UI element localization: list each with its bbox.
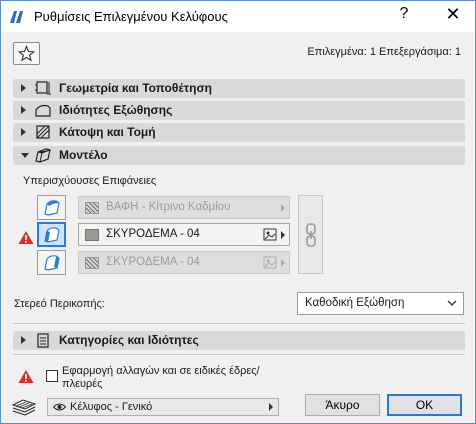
surface-name: ΒΑΦΗ - Κίτρινο Καδμίου	[106, 201, 231, 213]
expand-arrow-icon	[21, 128, 26, 136]
surface-name: ΣΚΥΡΟΔΕΜΑ - 04	[106, 228, 200, 240]
stereo-cut-value: Καθοδική Εξώθηση	[305, 297, 405, 309]
arrow-right-icon	[269, 403, 273, 411]
help-button[interactable]: ?	[394, 5, 414, 23]
view-setting-select[interactable]: Κέλυφος - Γενικό	[47, 398, 279, 416]
shell-app-icon	[10, 11, 23, 23]
top-surface-button[interactable]	[37, 195, 66, 220]
expand-arrow-icon	[21, 336, 26, 344]
cancel-button[interactable]: Άκυρο	[305, 394, 380, 416]
bottom-surface-selector[interactable]: ΣΚΥΡΟΔΕΜΑ - 04	[78, 251, 290, 274]
warning-icon	[18, 231, 34, 244]
section-floor-plan[interactable]: Κάτοψη και Τομή	[13, 123, 465, 142]
arrow-right-icon	[281, 231, 285, 239]
surface-swatch	[85, 257, 99, 269]
override-surfaces-label: Υπερισχύουσες Επιφάνειες	[23, 175, 157, 187]
section-label: Μοντέλο	[59, 148, 108, 162]
section-label: Ιδιότητες Εξώθησης	[59, 103, 173, 117]
section-extrusion[interactable]: Ιδιότητες Εξώθησης	[13, 101, 465, 120]
floor-plan-icon	[36, 125, 50, 139]
side-surface-button[interactable]	[37, 222, 66, 247]
section-label: Κατηγορίες και Ιδιότητες	[59, 333, 199, 347]
arrow-right-icon	[281, 204, 285, 212]
material-icon[interactable]	[263, 228, 277, 241]
stereo-cut-select[interactable]: Καθοδική Εξώθηση	[297, 292, 464, 315]
chain-link-icon	[305, 222, 316, 247]
section-label: Γεωμετρία και Τοποθέτηση	[59, 81, 212, 95]
link-surfaces-button[interactable]	[298, 195, 323, 274]
collapse-arrow-icon	[21, 153, 29, 158]
close-button[interactable]: ✕	[443, 4, 463, 25]
section-label: Κάτοψη και Τομή	[59, 125, 156, 139]
apply-special-faces-label: Εφαρμογή αλλαγών και σε ειδικές έδρες/πλ…	[62, 365, 260, 390]
top-face-icon	[43, 199, 60, 216]
window-title: Ρυθμίσεις Επιλεγμένου Κελύφους	[34, 9, 228, 24]
surface-name: ΣΚΥΡΟΔΕΜΑ - 04	[106, 256, 200, 268]
separator	[13, 354, 465, 355]
eye-icon	[53, 403, 66, 411]
star-icon	[18, 45, 35, 62]
ok-button[interactable]: OK	[387, 394, 462, 416]
selection-count: Επιλεγμένα: 1 Επεξεργάσιμα: 1	[307, 46, 461, 58]
settings-dialog: Ρυθμίσεις Επιλεγμένου Κελύφους ? ✕ Επιλε…	[0, 0, 476, 424]
expand-arrow-icon	[21, 84, 26, 92]
surface-swatch	[85, 229, 99, 241]
view-setting-value: Κέλυφος - Γενικό	[70, 401, 153, 413]
layers-icon	[11, 399, 37, 416]
arrow-right-icon	[281, 259, 285, 267]
bottom-face-icon	[43, 254, 60, 271]
chevron-down-icon	[447, 300, 457, 306]
top-surface-selector[interactable]: ΒΑΦΗ - Κίτρινο Καδμίου	[78, 196, 290, 219]
extrusion-icon	[35, 104, 51, 117]
title-bar: Ρυθμίσεις Επιλεγμένου Κελύφους ? ✕	[1, 1, 475, 32]
surface-swatch	[85, 202, 99, 214]
material-icon[interactable]	[263, 256, 277, 269]
section-model[interactable]: Μοντέλο	[13, 146, 465, 165]
model-icon	[35, 148, 51, 163]
section-categories[interactable]: Κατηγορίες και Ιδιότητες	[13, 331, 465, 350]
section-geometry[interactable]: Γεωμετρία και Τοποθέτηση	[13, 79, 465, 98]
geometry-icon	[35, 81, 51, 95]
side-face-icon	[43, 226, 60, 243]
apply-special-faces-checkbox[interactable]	[46, 370, 58, 382]
bottom-surface-button[interactable]	[37, 250, 66, 275]
favorites-button[interactable]	[13, 42, 40, 65]
expand-arrow-icon	[21, 106, 26, 114]
warning-icon	[18, 370, 34, 383]
stereo-cut-label: Στερεό Περικοπής:	[14, 298, 105, 310]
separator	[13, 323, 465, 324]
list-icon	[37, 333, 49, 348]
side-surface-selector[interactable]: ΣΚΥΡΟΔΕΜΑ - 04	[78, 223, 290, 246]
